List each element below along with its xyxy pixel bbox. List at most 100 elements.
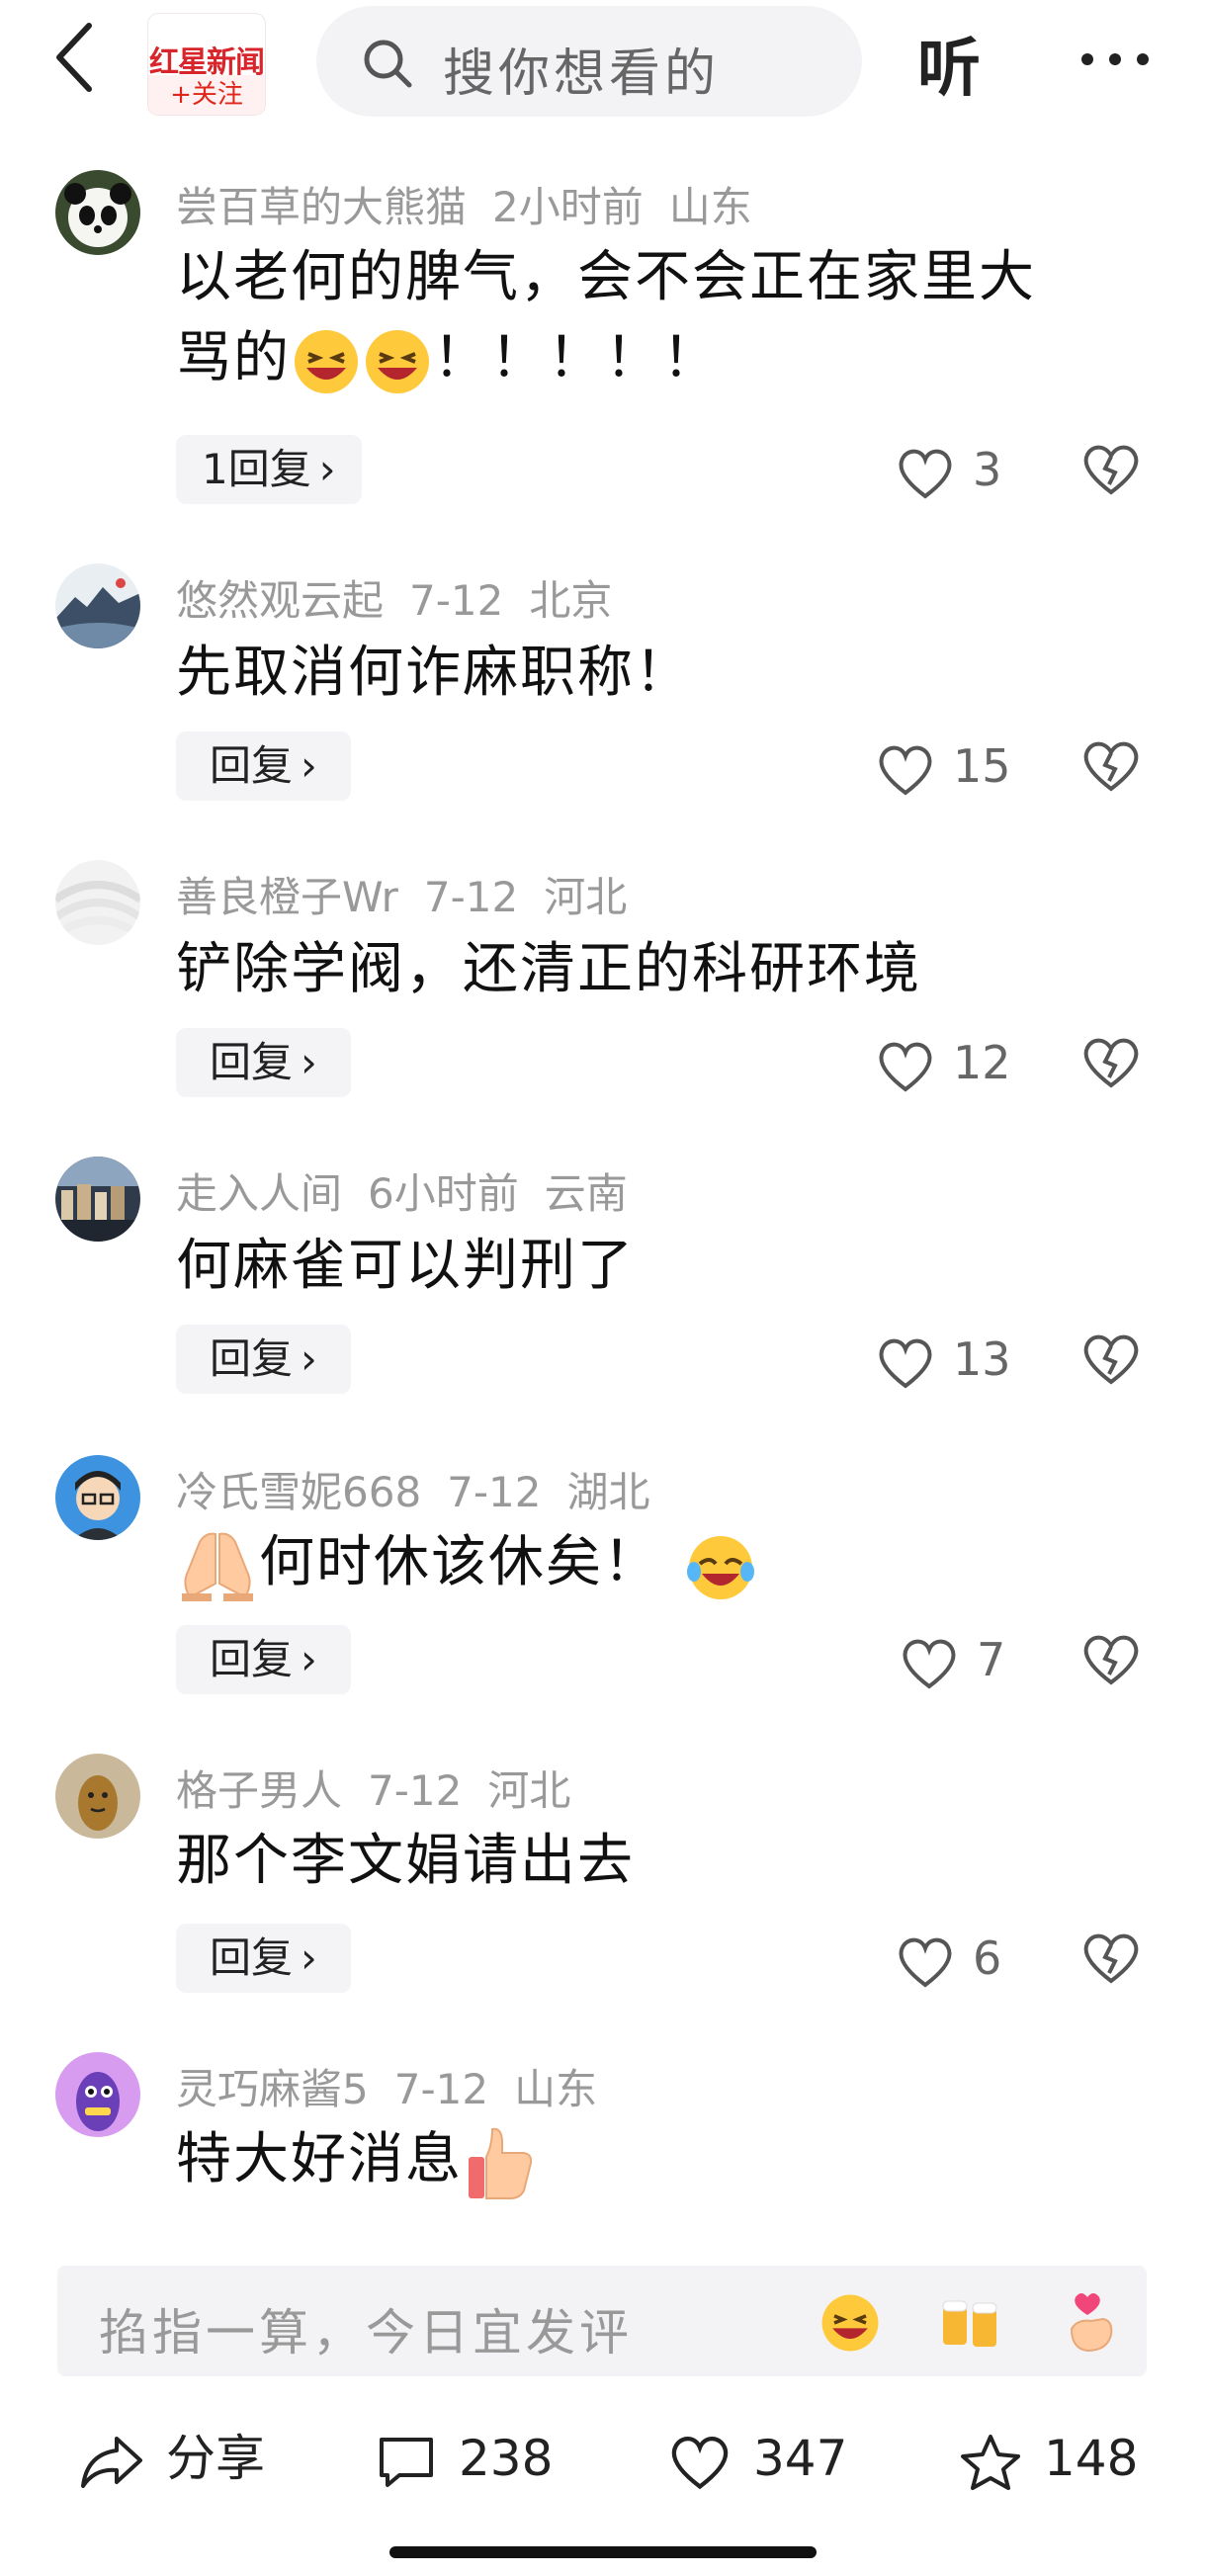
chevron-right-icon: › bbox=[301, 1334, 317, 1383]
comment-meta: 走入人间 6小时前 云南 bbox=[176, 1160, 653, 1221]
panda-avatar-icon bbox=[55, 170, 140, 255]
avatar[interactable] bbox=[55, 1754, 140, 1839]
reply-button[interactable]: 回复 › bbox=[176, 731, 351, 801]
like-button[interactable]: 7 bbox=[900, 1625, 1005, 1694]
broken-heart-icon[interactable] bbox=[1079, 731, 1143, 801]
comment-text-part: 特大好消息 bbox=[176, 2127, 463, 2191]
top-bar: 红星新闻 +关注 搜你想看的 听 bbox=[0, 0, 1206, 124]
comment-line: 骂的 ！！！！！ bbox=[176, 318, 1036, 399]
comment-text-part: ！！！！！ bbox=[433, 326, 720, 390]
heart-icon bbox=[879, 745, 932, 796]
username[interactable]: 灵巧麻酱5 bbox=[176, 2065, 369, 2113]
laughing-emoji-icon bbox=[366, 329, 429, 393]
avatar[interactable] bbox=[55, 563, 140, 648]
comment-meta: 尝百草的大熊猫 2小时前 山东 bbox=[176, 174, 778, 234]
comment-text: 那个李文娟请出去 bbox=[176, 1829, 635, 1893]
chevron-right-icon: › bbox=[301, 741, 317, 790]
comment-location: 北京 bbox=[529, 576, 613, 625]
broken-heart-icon[interactable] bbox=[1079, 1924, 1143, 1993]
reply-label: 回复 bbox=[210, 1334, 294, 1383]
purple-cartoon-avatar-icon bbox=[55, 2052, 140, 2137]
reply-button[interactable]: 回复 › bbox=[176, 1325, 351, 1394]
heart-icon bbox=[899, 449, 952, 499]
star-icon bbox=[961, 2434, 1020, 2490]
like-button[interactable]: 3 bbox=[896, 435, 1001, 504]
username[interactable]: 格子男人 bbox=[176, 1766, 342, 1815]
like-button[interactable]: 6 bbox=[896, 1924, 1001, 1993]
like-count: 13 bbox=[953, 1332, 1011, 1386]
like-button[interactable]: 13 bbox=[876, 1325, 1011, 1394]
comment-time: 7-12 bbox=[409, 576, 504, 625]
avatar[interactable] bbox=[55, 1455, 140, 1540]
more-icon[interactable] bbox=[1076, 30, 1155, 89]
reply-label: 回复 bbox=[210, 741, 294, 790]
publisher-logo[interactable]: 红星新闻 +关注 bbox=[148, 14, 265, 115]
comment-meta: 冷氏雪妮668 7-12 湖北 bbox=[176, 1459, 676, 1519]
city-avatar-icon bbox=[55, 1157, 140, 1242]
favorite-button[interactable]: 148 bbox=[959, 2424, 1138, 2493]
comment-input-placeholder: 掐指一算，今日宜发评 bbox=[99, 2304, 633, 2361]
comment-location: 河北 bbox=[487, 1766, 571, 1815]
broken-heart-icon[interactable] bbox=[1079, 1325, 1143, 1394]
laughing-emoji-icon bbox=[295, 329, 358, 393]
comment-text: 特大好消息 bbox=[176, 2119, 538, 2202]
comment-time: 2小时前 bbox=[492, 183, 644, 231]
reply-label: 回复 bbox=[210, 1038, 294, 1086]
broken-heart-icon[interactable] bbox=[1079, 435, 1143, 504]
username[interactable]: 悠然观云起 bbox=[176, 576, 384, 625]
reply-label: 1回复 bbox=[202, 445, 311, 493]
bottom-action-bar: 分享 238 347 148 bbox=[0, 2402, 1206, 2521]
avatar[interactable] bbox=[55, 2052, 140, 2137]
home-indicator[interactable] bbox=[389, 2546, 817, 2558]
laughing-emoji-icon[interactable] bbox=[818, 2291, 882, 2355]
comment-input[interactable]: 掐指一算，今日宜发评 bbox=[57, 2266, 1147, 2376]
username[interactable]: 冷氏雪妮668 bbox=[176, 1468, 421, 1516]
search-placeholder: 搜你想看的 bbox=[443, 44, 721, 104]
comment-meta: 善良橙子Wr 7-12 河北 bbox=[176, 864, 652, 924]
comment-time: 7-12 bbox=[393, 2065, 489, 2113]
like-button[interactable]: 12 bbox=[876, 1028, 1011, 1097]
share-button[interactable]: 分享 bbox=[79, 2424, 265, 2493]
reply-button[interactable]: 回复 › bbox=[176, 1028, 351, 1097]
comment-time: 7-12 bbox=[447, 1468, 542, 1516]
comments-button[interactable]: 238 bbox=[376, 2424, 553, 2493]
like-button[interactable]: 15 bbox=[876, 731, 1011, 801]
avatar[interactable] bbox=[55, 860, 140, 945]
follow-button[interactable]: +关注 bbox=[148, 75, 265, 115]
search-box[interactable]: 搜你想看的 bbox=[316, 6, 862, 117]
comment-line: 以老何的脾气，会不会正在家里大 bbox=[176, 245, 1036, 309]
broken-heart-icon[interactable] bbox=[1079, 1625, 1143, 1694]
like-count: 15 bbox=[953, 739, 1011, 793]
reply-button[interactable]: 1回复 › bbox=[176, 435, 362, 504]
comment-meta: 灵巧麻酱5 7-12 山东 bbox=[176, 2056, 623, 2116]
comment-text: 何时休该休矣！ bbox=[176, 1522, 761, 1603]
avatar[interactable] bbox=[55, 1157, 140, 1242]
finger-heart-emoji-icon[interactable] bbox=[1058, 2289, 1121, 2355]
like-count: 3 bbox=[973, 443, 1002, 496]
like-count: 7 bbox=[977, 1633, 1006, 1686]
comment-location: 山东 bbox=[514, 2065, 598, 2113]
avatar[interactable] bbox=[55, 170, 140, 255]
listen-button[interactable]: 听 bbox=[917, 18, 981, 109]
thumbs-up-emoji-icon bbox=[469, 2127, 533, 2199]
like-count: 12 bbox=[953, 1036, 1011, 1089]
comment-time: 7-12 bbox=[368, 1766, 463, 1815]
heart-icon bbox=[903, 1639, 956, 1689]
back-arrow-icon[interactable] bbox=[47, 18, 107, 97]
reply-button[interactable]: 回复 › bbox=[176, 1625, 351, 1694]
like-article-button[interactable]: 347 bbox=[668, 2424, 847, 2493]
broken-heart-icon[interactable] bbox=[1079, 1028, 1143, 1097]
like-count: 6 bbox=[973, 1932, 1002, 1985]
cartoon-avatar-icon bbox=[55, 1754, 140, 1839]
chevron-right-icon: › bbox=[301, 1038, 317, 1086]
beer-cheers-emoji-icon[interactable] bbox=[935, 2287, 1004, 2357]
favorite-count: 148 bbox=[1044, 2430, 1139, 2487]
username[interactable]: 善良橙子Wr bbox=[176, 873, 398, 921]
username[interactable]: 尝百草的大熊猫 bbox=[176, 183, 467, 231]
like-count: 347 bbox=[753, 2430, 848, 2487]
username[interactable]: 走入人间 bbox=[176, 1169, 342, 1218]
comment-text: 何麻雀可以判刑了 bbox=[176, 1234, 635, 1298]
reply-button[interactable]: 回复 › bbox=[176, 1924, 351, 1993]
heart-icon bbox=[899, 1937, 952, 1988]
landscape-avatar-icon bbox=[55, 563, 140, 648]
